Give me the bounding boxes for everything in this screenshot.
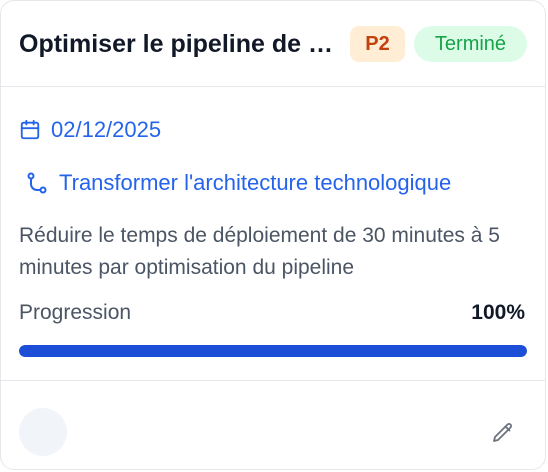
progress-bar <box>19 345 527 357</box>
task-title[interactable]: Optimiser le pipeline de déploiement <box>19 29 337 59</box>
priority-badge: P2 <box>350 26 405 62</box>
linked-objective-link[interactable]: Transformer l'architecture technologique <box>25 168 525 198</box>
status-badge: Terminé <box>414 26 527 62</box>
due-date-text: 02/12/2025 <box>51 117 162 142</box>
progress-label: Progression <box>19 301 132 324</box>
task-description: Réduire le temps de déploiement de 30 mi… <box>19 224 500 279</box>
card-header: Optimiser le pipeline de déploiement P2 … <box>1 1 545 87</box>
calendar-icon <box>20 119 40 140</box>
card-footer <box>1 381 545 469</box>
progress-value: 100% <box>471 301 525 324</box>
assignee-avatar[interactable] <box>19 408 67 456</box>
task-card[interactable]: Optimiser le pipeline de déploiement P2 … <box>0 0 546 470</box>
due-date: 02/12/2025 <box>19 116 161 144</box>
card-body: 02/12/2025 Transformer l'architecture te… <box>1 87 545 381</box>
linked-objective-label: Transformer l'architecture technologique <box>59 170 452 195</box>
pencil-icon <box>493 423 512 442</box>
git-branch-icon <box>27 172 47 194</box>
progress-bar-fill <box>19 345 527 357</box>
edit-button[interactable] <box>489 419 517 447</box>
